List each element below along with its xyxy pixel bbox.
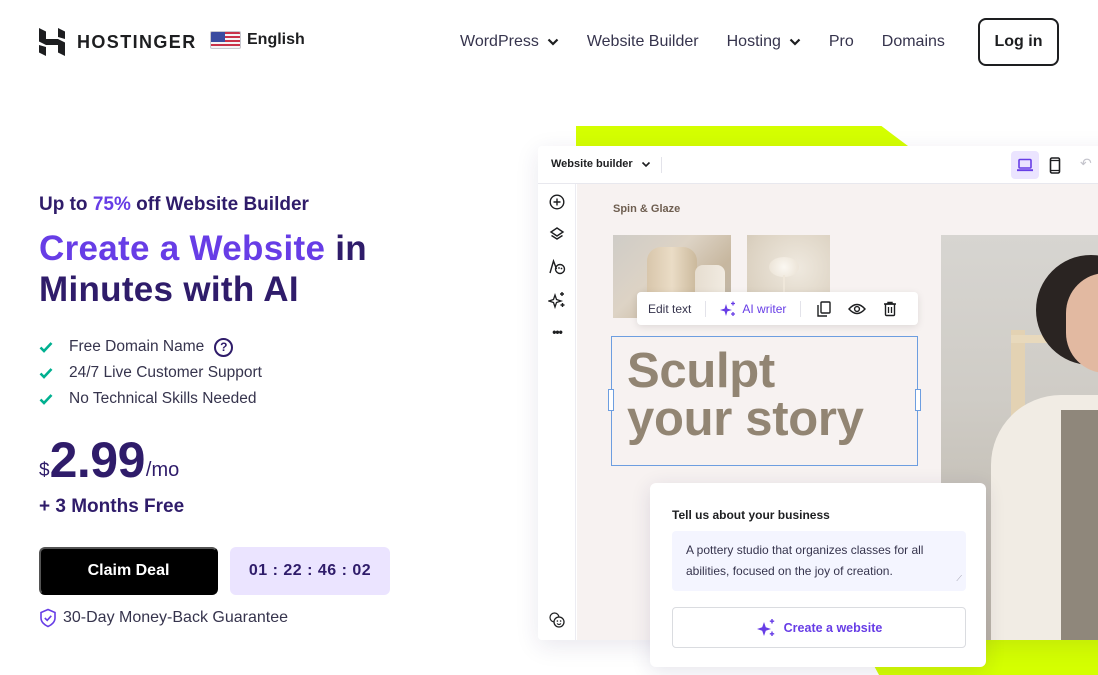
ai-prompt-card: Tell us about your business A pottery st… <box>650 483 986 667</box>
site-brand-name[interactable]: Spin & Glaze <box>613 203 680 215</box>
resize-grip-icon[interactable]: ⟋ <box>956 568 962 589</box>
nav-item-domains[interactable]: Domains <box>882 33 945 51</box>
shield-check-icon <box>40 608 56 628</box>
site-header: HOSTINGER English WordPress Website Buil… <box>0 0 1098 84</box>
headline-line-1: Sculpt <box>627 344 775 398</box>
login-button[interactable]: Log in <box>978 18 1059 66</box>
resize-handle-right[interactable] <box>915 389 921 411</box>
nav-item-pro[interactable]: Pro <box>829 33 854 51</box>
ai-writer-button[interactable]: AI writer <box>720 301 786 317</box>
builder-title: Website builder <box>551 158 633 170</box>
divider <box>800 300 802 317</box>
prompt-label: Tell us about your business <box>672 508 830 522</box>
ai-writer-label: AI writer <box>742 301 787 316</box>
us-flag-icon <box>210 31 241 49</box>
main-nav: WordPress Website Builder Hosting Pro Do… <box>460 18 973 66</box>
nav-item-label: Hosting <box>726 33 781 50</box>
hero-title: Create a Website in Minutes with AI <box>39 228 367 310</box>
undo-icon[interactable]: ↶ <box>1080 155 1092 172</box>
headline-line-2: your story <box>627 392 864 446</box>
discount-percent: 75% <box>92 194 131 215</box>
nav-item-label: Domains <box>881 33 945 50</box>
promo-headline: Up to 75% off Website Builder <box>39 194 309 216</box>
language-label: English <box>247 31 305 48</box>
nav-item-label: Pro <box>828 33 854 50</box>
feature-item: 24/7 Live Customer Support <box>39 360 262 386</box>
builder-topbar: Website builder ↶ <box>538 146 1098 184</box>
trash-icon[interactable] <box>880 299 900 319</box>
site-headline: Sculpt your story <box>627 344 864 446</box>
duplicate-icon[interactable] <box>814 299 834 319</box>
visibility-eye-icon[interactable] <box>847 299 867 319</box>
text-edit-toolbar: Edit text AI writer <box>637 292 918 325</box>
ai-sparkle-icon <box>756 618 774 636</box>
chevron-down-icon <box>789 38 801 46</box>
promo-suffix: off Website Builder <box>130 194 309 215</box>
feature-label: Free Domain Name <box>69 338 205 355</box>
price-amount: 2.99 <box>49 432 146 488</box>
decorative-lime-shape <box>576 126 908 146</box>
hostinger-logo-icon <box>39 28 65 56</box>
nav-item-label: WordPress <box>460 33 539 50</box>
brand-name: HOSTINGER <box>77 31 197 52</box>
feature-label: 24/7 Live Customer Support <box>69 364 262 381</box>
person-shape <box>1061 410 1098 640</box>
mobile-view-button[interactable] <box>1043 151 1067 179</box>
bonus-text: + 3 Months Free <box>39 496 185 517</box>
hero-title-accent: Create a Website <box>39 229 326 268</box>
language-selector[interactable]: English <box>210 31 305 49</box>
check-icon <box>39 368 53 379</box>
price-currency: $ <box>39 460 50 481</box>
hostinger-logo[interactable]: HOSTINGER <box>39 28 197 56</box>
desktop-view-button[interactable] <box>1011 151 1039 179</box>
price-period: /mo <box>145 459 180 481</box>
laptop-icon <box>1017 158 1033 172</box>
business-description-value: A pottery studio that organizes classes … <box>686 543 924 578</box>
styles-palette-icon[interactable] <box>547 257 567 277</box>
more-options-icon[interactable]: ••• <box>547 322 567 342</box>
divider <box>705 300 707 317</box>
divider <box>661 157 662 173</box>
create-website-button[interactable]: Create a website <box>672 607 966 648</box>
ai-sparkle-icon[interactable] <box>547 290 567 310</box>
business-description-input[interactable]: A pottery studio that organizes classes … <box>672 531 966 591</box>
feature-list: Free Domain Name ? 24/7 Live Customer Su… <box>39 334 262 412</box>
feature-item: No Technical Skills Needed <box>39 386 262 412</box>
nav-item-hosting[interactable]: Hosting <box>727 33 801 51</box>
selected-text-block[interactable]: Sculpt your story <box>608 336 921 466</box>
ai-sparkle-icon <box>720 301 736 316</box>
builder-sidebar: ••• <box>538 184 576 640</box>
guarantee-label: 30-Day Money-Back Guarantee <box>63 609 288 626</box>
hero-title-line-2: Minutes with AI <box>39 270 299 309</box>
check-icon <box>39 342 53 353</box>
nav-item-website-builder[interactable]: Website Builder <box>587 33 699 51</box>
collaborators-icon[interactable] <box>547 610 567 630</box>
price: $ 2.99 /mo <box>39 432 179 488</box>
layers-icon[interactable] <box>547 224 567 244</box>
nav-item-wordpress[interactable]: WordPress <box>460 33 559 51</box>
resize-handle-left[interactable] <box>608 389 614 411</box>
help-icon[interactable]: ? <box>214 337 234 357</box>
edit-text-button[interactable]: Edit text <box>648 302 691 316</box>
countdown-timer: 01 : 22 : 46 : 02 <box>230 547 390 595</box>
claim-deal-button[interactable]: Claim Deal <box>39 547 218 595</box>
check-icon <box>39 394 53 405</box>
feature-label: No Technical Skills Needed <box>69 390 257 407</box>
nav-item-label: Website Builder <box>586 33 699 50</box>
money-back-guarantee: 30-Day Money-Back Guarantee <box>39 608 288 628</box>
builder-menu[interactable]: Website builder <box>551 158 651 170</box>
feature-item: Free Domain Name ? <box>39 334 262 360</box>
chevron-down-icon <box>641 161 650 167</box>
create-website-label: Create a website <box>783 620 883 635</box>
hero-title-rest: in <box>325 229 367 268</box>
promo-prefix: Up to <box>39 194 93 215</box>
add-element-icon[interactable] <box>547 192 567 212</box>
mobile-icon <box>1049 156 1061 174</box>
chevron-down-icon <box>547 38 559 46</box>
